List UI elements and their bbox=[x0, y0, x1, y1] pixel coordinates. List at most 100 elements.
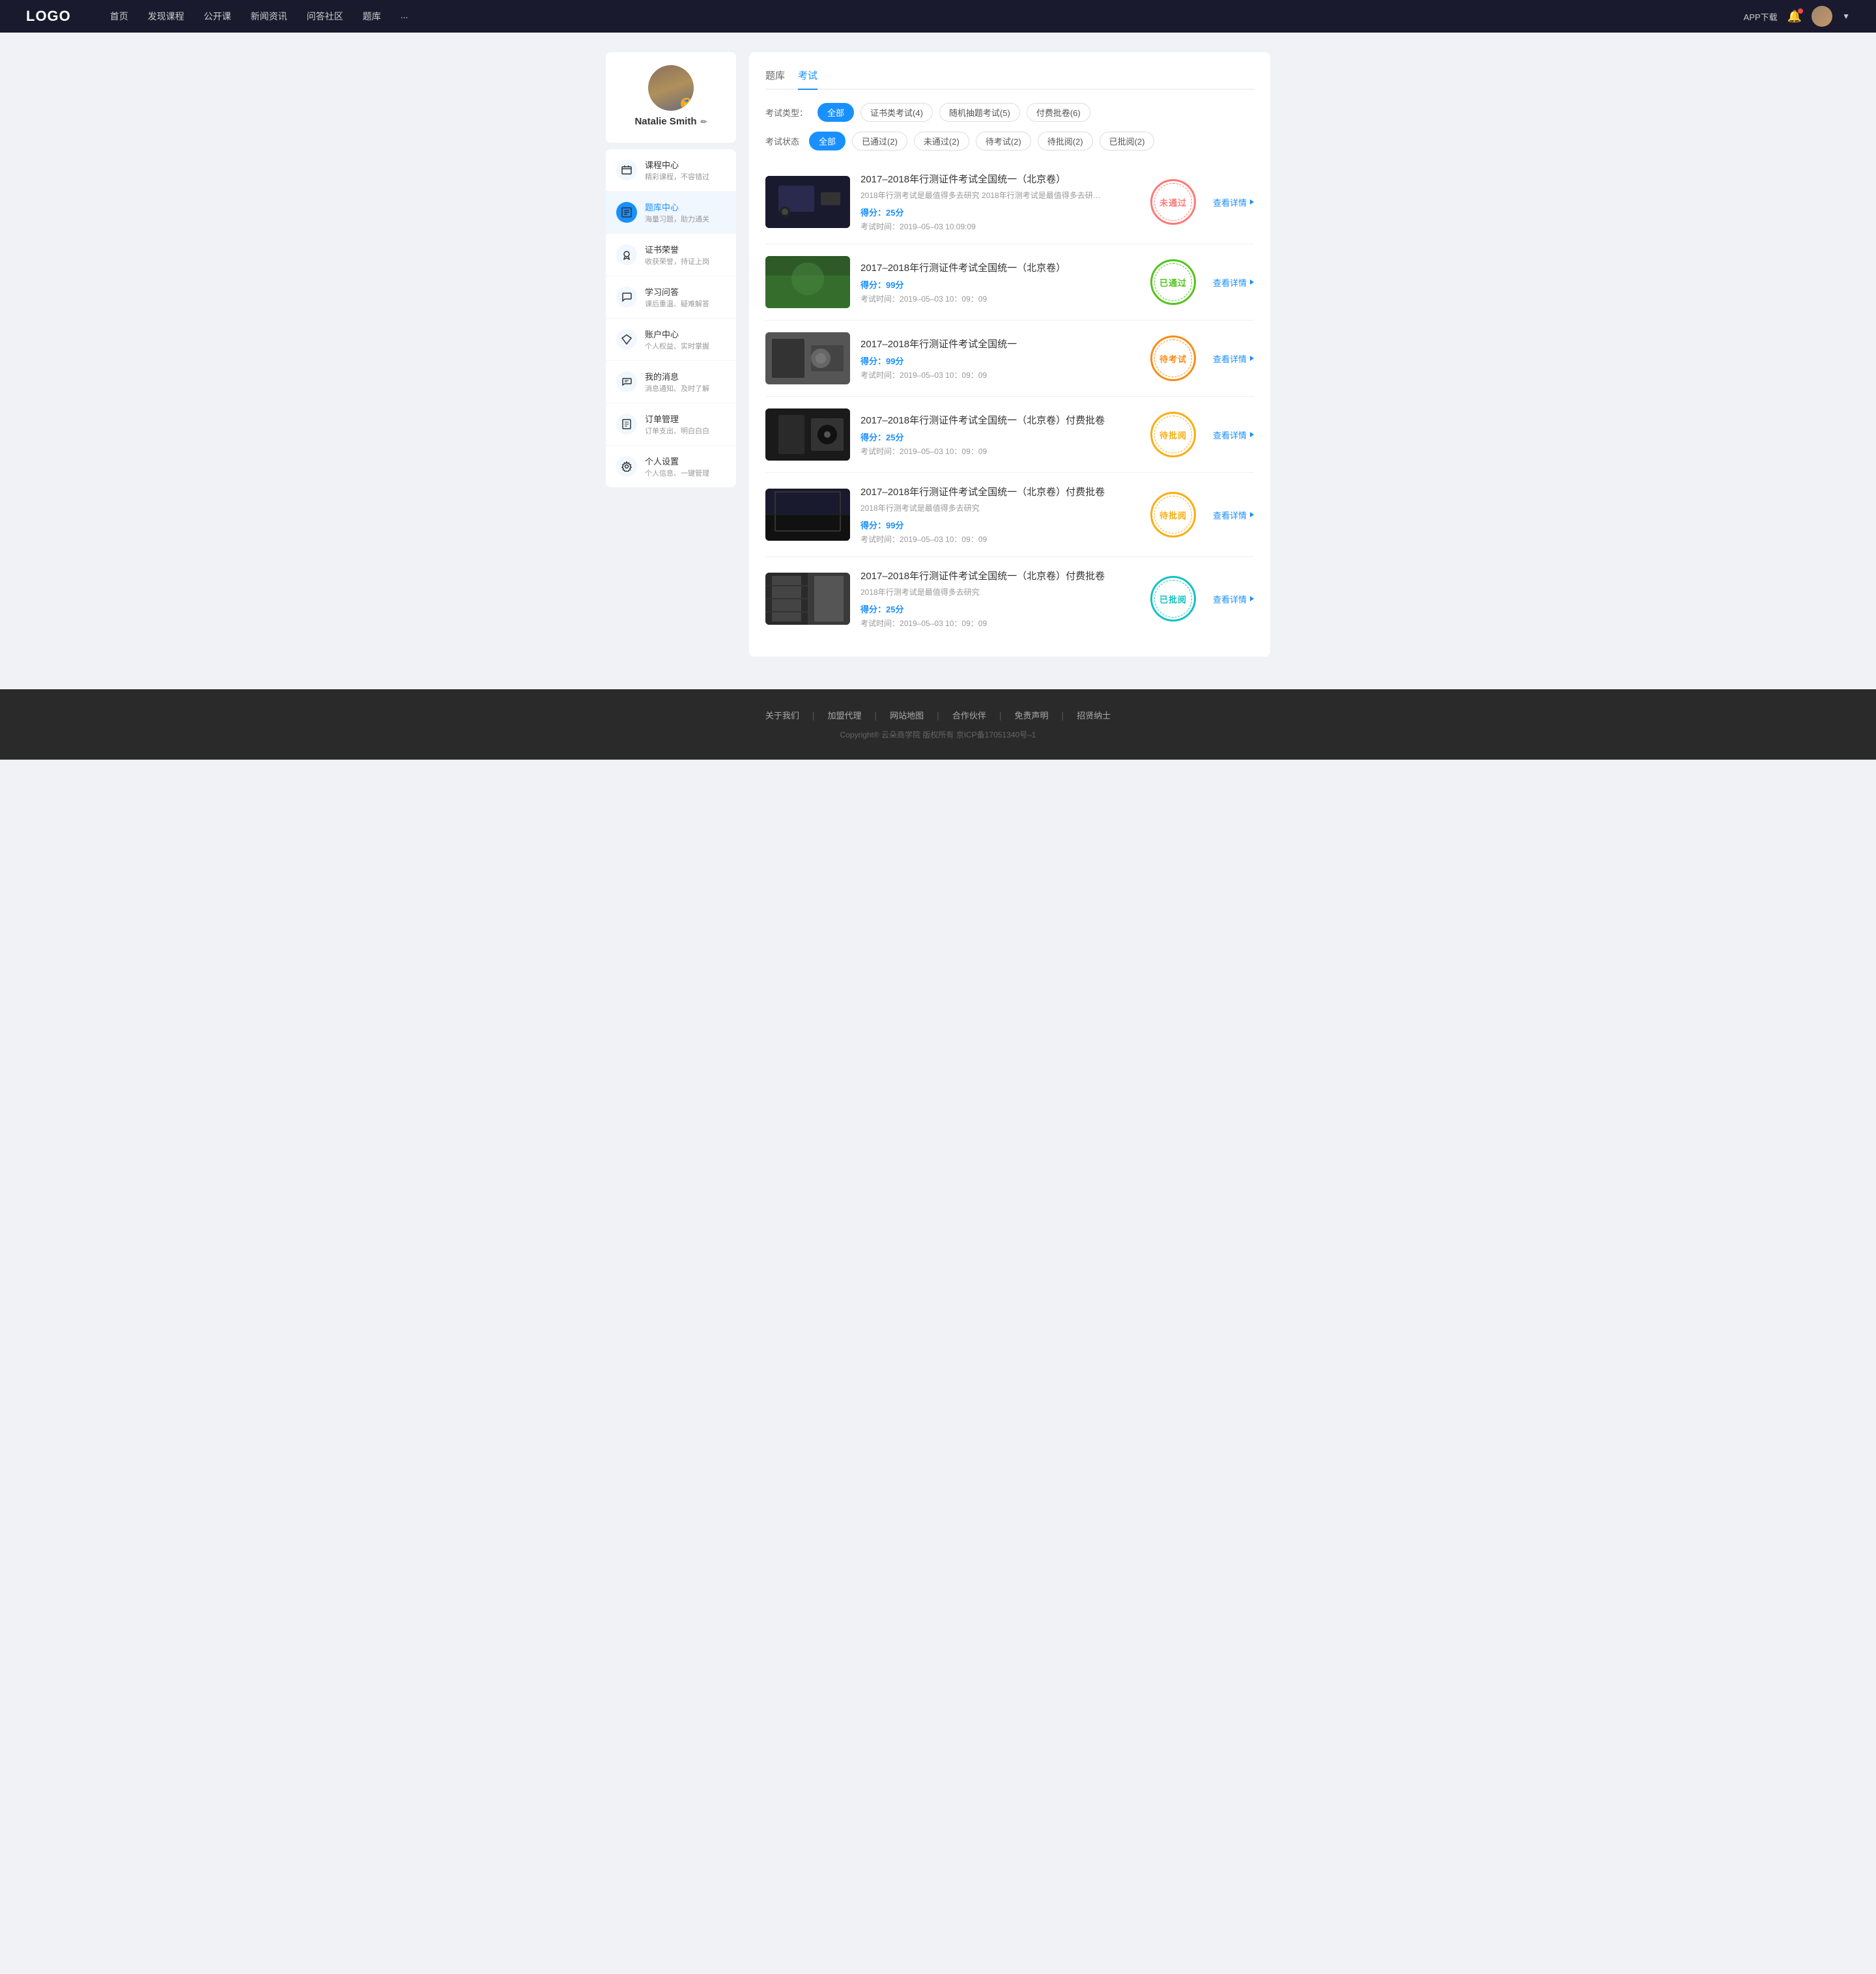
sidebar-item-message[interactable]: 我的消息 消息通知、及时了解 bbox=[606, 361, 736, 403]
footer-about[interactable]: 关于我们 bbox=[765, 709, 799, 721]
footer-careers[interactable]: 招贤纳士 bbox=[1077, 709, 1111, 721]
sidebar-item-order[interactable]: 订单管理 订单支出、明白白白 bbox=[606, 403, 736, 446]
tab-exam[interactable]: 考试 bbox=[798, 68, 817, 90]
footer-divider: | bbox=[999, 710, 1002, 721]
view-detail-link-4[interactable]: 查看详情 bbox=[1213, 429, 1254, 441]
nav-news[interactable]: 新闻资讯 bbox=[251, 10, 287, 23]
right-arrow-icon bbox=[1250, 512, 1254, 517]
stamp-text: 已批阅 bbox=[1159, 593, 1187, 605]
exam-action-3[interactable]: 查看详情 bbox=[1213, 352, 1254, 365]
sidebar-item-qa[interactable]: 学习问答 课后重温、疑难解答 bbox=[606, 276, 736, 319]
footer-franchise[interactable]: 加盟代理 bbox=[828, 709, 862, 721]
nav-question-bank[interactable]: 题库 bbox=[363, 10, 381, 23]
exam-title-4: 2017–2018年行测证件考试全国统一（北京卷）付费批卷 bbox=[860, 413, 1140, 427]
nav-more[interactable]: ... bbox=[401, 10, 408, 23]
sidebar-item-account[interactable]: 账户中心 个人权益、实时掌握 bbox=[606, 319, 736, 361]
view-detail-link-5[interactable]: 查看详情 bbox=[1213, 509, 1254, 521]
logo[interactable]: LOGO bbox=[26, 8, 71, 25]
exam-action-2[interactable]: 查看详情 bbox=[1213, 276, 1254, 289]
score-value: 25 bbox=[886, 605, 895, 614]
exam-score-6: 得分：25分 bbox=[860, 603, 1140, 615]
footer-divider: | bbox=[812, 710, 815, 721]
edit-icon[interactable]: ✏ bbox=[700, 117, 707, 126]
exam-status-options: 全部 已通过(2) 未通过(2) 待考试(2) 待批阅(2) 已批阅(2) bbox=[809, 132, 1154, 150]
time-value: 2019–05–03 10：09：09 bbox=[900, 619, 987, 628]
sidebar-profile: 🏅 Natalie Smith ✏ bbox=[606, 52, 736, 143]
sidebar-item-settings[interactable]: 个人设置 个人信息、一键管理 bbox=[606, 446, 736, 487]
exam-type-label: 考试类型： bbox=[765, 106, 808, 119]
footer-disclaimer[interactable]: 免责声明 bbox=[1014, 709, 1048, 721]
nav-open-course[interactable]: 公开课 bbox=[204, 10, 231, 23]
footer-divider: | bbox=[937, 710, 939, 721]
avatar[interactable] bbox=[1812, 6, 1832, 27]
tab-question-bank[interactable]: 题库 bbox=[765, 68, 785, 90]
footer-sitemap[interactable]: 网站地图 bbox=[890, 709, 924, 721]
exam-title-6: 2017–2018年行测证件考试全国统一（北京卷）付费批卷 bbox=[860, 569, 1140, 582]
exam-status-filter: 考试状态 全部 已通过(2) 未通过(2) 待考试(2) 待批阅(2) 已批阅(… bbox=[765, 132, 1254, 150]
diamond-icon bbox=[616, 329, 637, 350]
sidebar-item-text-qbank: 题库中心 海量习题，助力通关 bbox=[645, 201, 726, 224]
sidebar-item-question-bank[interactable]: 题库中心 海量习题，助力通关 bbox=[606, 192, 736, 234]
sidebar-item-title: 题库中心 bbox=[645, 201, 726, 213]
time-label: 考试时间： bbox=[860, 535, 900, 544]
status-all[interactable]: 全部 bbox=[809, 132, 846, 150]
sidebar-item-title: 证书荣誉 bbox=[645, 243, 726, 255]
calendar-icon bbox=[616, 160, 637, 180]
exam-action-4[interactable]: 查看详情 bbox=[1213, 429, 1254, 441]
view-detail-link-3[interactable]: 查看详情 bbox=[1213, 352, 1254, 365]
time-value: 2019–05–03 10:09:09 bbox=[900, 222, 976, 231]
view-detail-link-2[interactable]: 查看详情 bbox=[1213, 276, 1254, 289]
sidebar-item-course[interactable]: 课程中心 精彩课程，不容错过 bbox=[606, 149, 736, 192]
time-label: 考试时间： bbox=[860, 222, 900, 231]
exam-action-1[interactable]: 查看详情 bbox=[1213, 196, 1254, 208]
footer-divider: | bbox=[875, 710, 877, 721]
score-unit: 分 bbox=[895, 356, 903, 366]
user-name: Natalie Smith bbox=[634, 116, 696, 127]
medal-icon: 🏅 bbox=[683, 100, 690, 107]
chevron-down-icon[interactable]: ▼ bbox=[1842, 12, 1850, 21]
view-detail-link-1[interactable]: 查看详情 bbox=[1213, 196, 1254, 208]
status-reviewed[interactable]: 已批阅(2) bbox=[1100, 132, 1155, 150]
view-detail-link-6[interactable]: 查看详情 bbox=[1213, 593, 1254, 605]
score-label: 得分： bbox=[860, 521, 886, 530]
exam-thumb-5 bbox=[765, 489, 850, 541]
exam-type-cert[interactable]: 证书类考试(4) bbox=[860, 103, 933, 122]
status-not-passed[interactable]: 未通过(2) bbox=[914, 132, 969, 150]
status-passed[interactable]: 已通过(2) bbox=[852, 132, 907, 150]
nav-home[interactable]: 首页 bbox=[110, 10, 128, 23]
exam-thumb-1 bbox=[765, 176, 850, 228]
footer-partners[interactable]: 合作伙伴 bbox=[952, 709, 986, 721]
sidebar-item-title: 我的消息 bbox=[645, 370, 726, 382]
sidebar-item-subtitle: 个人权益、实时掌握 bbox=[645, 341, 726, 351]
exam-type-paid[interactable]: 付费批卷(6) bbox=[1027, 103, 1090, 122]
sidebar: 🏅 Natalie Smith ✏ 课程中心 精彩课程，不容错过 bbox=[606, 52, 736, 657]
exam-type-filter: 考试类型： 全部 证书类考试(4) 随机抽题考试(5) 付费批卷(6) bbox=[765, 103, 1254, 122]
sidebar-item-title: 订单管理 bbox=[645, 412, 726, 425]
nav-discover[interactable]: 发现课程 bbox=[148, 10, 184, 23]
exam-item-3: 2017–2018年行测证件考试全国统一 得分：99分 考试时间：2019–05… bbox=[765, 321, 1254, 397]
exam-action-6[interactable]: 查看详情 bbox=[1213, 593, 1254, 605]
right-arrow-icon bbox=[1250, 279, 1254, 285]
status-pending[interactable]: 待考试(2) bbox=[976, 132, 1031, 150]
stamp-text: 未通过 bbox=[1159, 196, 1187, 208]
app-download-link[interactable]: APP下载 bbox=[1744, 10, 1778, 23]
not-passed-stamp: 未通过 bbox=[1150, 179, 1196, 225]
sidebar-item-text-course: 课程中心 精彩课程，不容错过 bbox=[645, 158, 726, 182]
exam-type-all[interactable]: 全部 bbox=[817, 103, 854, 122]
status-reviewing[interactable]: 待批阅(2) bbox=[1038, 132, 1093, 150]
sidebar-item-title: 账户中心 bbox=[645, 328, 726, 340]
exam-desc-5: 2018年行测考试是最值得多去研究 bbox=[860, 502, 1108, 513]
time-value: 2019–05–03 10：09：09 bbox=[900, 447, 987, 456]
score-label: 得分： bbox=[860, 605, 886, 614]
sidebar-item-cert[interactable]: 证书荣誉 收获荣誉，持证上岗 bbox=[606, 234, 736, 276]
sidebar-avatar: 🏅 bbox=[648, 65, 694, 111]
exam-thumb-4 bbox=[765, 408, 850, 461]
exam-action-5[interactable]: 查看详情 bbox=[1213, 509, 1254, 521]
exam-type-random[interactable]: 随机抽题考试(5) bbox=[939, 103, 1020, 122]
notification-bell[interactable]: 🔔 bbox=[1787, 10, 1802, 23]
sidebar-item-title: 课程中心 bbox=[645, 158, 726, 171]
header: LOGO 首页 发现课程 公开课 新闻资讯 问答社区 题库 ... APP下载 … bbox=[0, 0, 1876, 33]
nav-qa[interactable]: 问答社区 bbox=[307, 10, 343, 23]
reviewing-stamp-2: 待批阅 bbox=[1150, 492, 1196, 537]
score-label: 得分： bbox=[860, 433, 886, 442]
